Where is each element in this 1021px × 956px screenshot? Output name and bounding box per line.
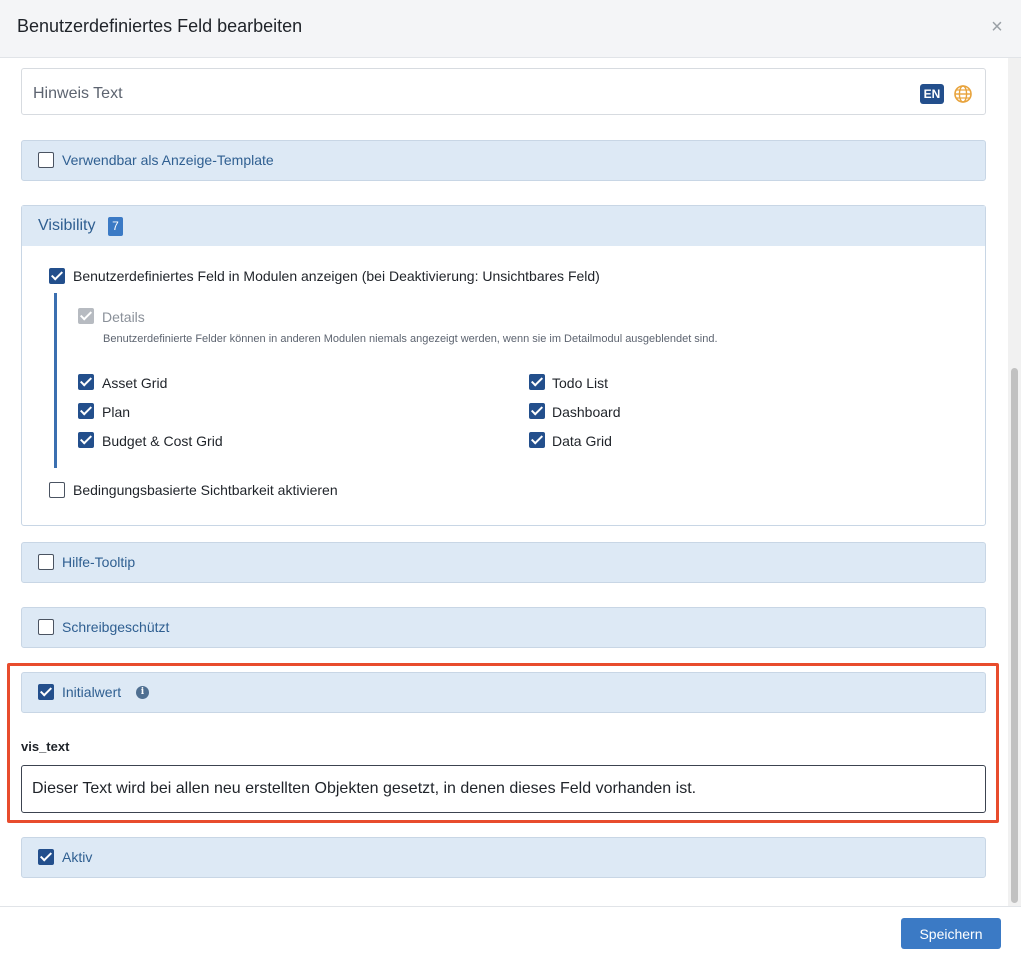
- module-checkbox-data-grid[interactable]: [529, 432, 545, 448]
- module-checkbox-asset-grid[interactable]: [78, 374, 94, 390]
- show-in-modules-checkbox[interactable]: [49, 268, 65, 284]
- readonly-checkbox[interactable]: [38, 619, 54, 635]
- indent-bar: [54, 293, 57, 468]
- module-label-dashboard: Dashboard: [552, 404, 621, 420]
- help-tooltip-panel: Hilfe-Tooltip: [21, 542, 986, 583]
- hint-text-field[interactable]: Hinweis Text EN: [21, 68, 986, 115]
- language-badge[interactable]: EN: [920, 84, 944, 104]
- conditional-visibility-checkbox[interactable]: [49, 482, 65, 498]
- dialog-title: Benutzerdefiniertes Feld bearbeiten: [17, 16, 303, 36]
- visibility-count-badge: 7: [108, 217, 123, 236]
- dialog-header: Benutzerdefiniertes Feld bearbeiten ×: [0, 0, 1021, 58]
- module-label-plan: Plan: [102, 404, 131, 420]
- readonly-panel: Schreibgeschützt: [21, 607, 986, 648]
- readonly-label: Schreibgeschützt: [62, 619, 170, 635]
- module-checkbox-budget-cost-grid[interactable]: [78, 432, 94, 448]
- scrollbar-thumb[interactable]: [1011, 368, 1018, 903]
- active-checkbox[interactable]: [38, 849, 54, 865]
- details-note: Benutzerdefinierte Felder können in ande…: [103, 333, 718, 345]
- module-label-todo-list: Todo List: [552, 375, 609, 391]
- globe-icon[interactable]: [953, 84, 973, 104]
- visibility-title: Visibility: [38, 217, 96, 234]
- dialog-body[interactable]: Hinweis Text EN Verwendbar als Anzeige-T…: [0, 58, 1021, 906]
- module-label-data-grid: Data Grid: [552, 433, 612, 449]
- details-label: Details: [102, 309, 145, 325]
- visibility-header[interactable]: Visibility 7: [22, 206, 985, 246]
- help-tooltip-label: Hilfe-Tooltip: [62, 554, 136, 570]
- details-checkbox: [78, 308, 94, 324]
- active-panel: Aktiv: [21, 837, 986, 878]
- help-tooltip-checkbox[interactable]: [38, 554, 54, 570]
- module-checkbox-plan[interactable]: [78, 403, 94, 419]
- highlight-frame: [7, 663, 999, 823]
- module-label-budget-cost-grid: Budget & Cost Grid: [102, 433, 223, 449]
- vertical-scrollbar[interactable]: [1008, 58, 1021, 906]
- edit-custom-field-dialog: Benutzerdefiniertes Feld bearbeiten × Hi…: [0, 0, 1021, 956]
- module-checkbox-dashboard[interactable]: [529, 403, 545, 419]
- close-icon[interactable]: ×: [988, 17, 1006, 37]
- template-panel: Verwendbar als Anzeige-Template: [21, 140, 986, 181]
- active-label: Aktiv: [62, 849, 93, 865]
- module-label-asset-grid: Asset Grid: [102, 375, 168, 391]
- conditional-visibility-label: Bedingungsbasierte Sichtbarkeit aktivier…: [73, 482, 338, 498]
- template-label: Verwendbar als Anzeige-Template: [62, 152, 274, 168]
- template-checkbox[interactable]: [38, 152, 54, 168]
- visibility-panel: Visibility 7 Benutzerdefiniertes Feld in…: [21, 205, 986, 526]
- dialog-footer: Speichern: [0, 906, 1021, 956]
- module-checkbox-todo-list[interactable]: [529, 374, 545, 390]
- save-button[interactable]: Speichern: [901, 918, 1001, 949]
- hint-text-label: Hinweis Text: [33, 85, 123, 102]
- show-in-modules-label: Benutzerdefiniertes Feld in Modulen anze…: [73, 268, 600, 284]
